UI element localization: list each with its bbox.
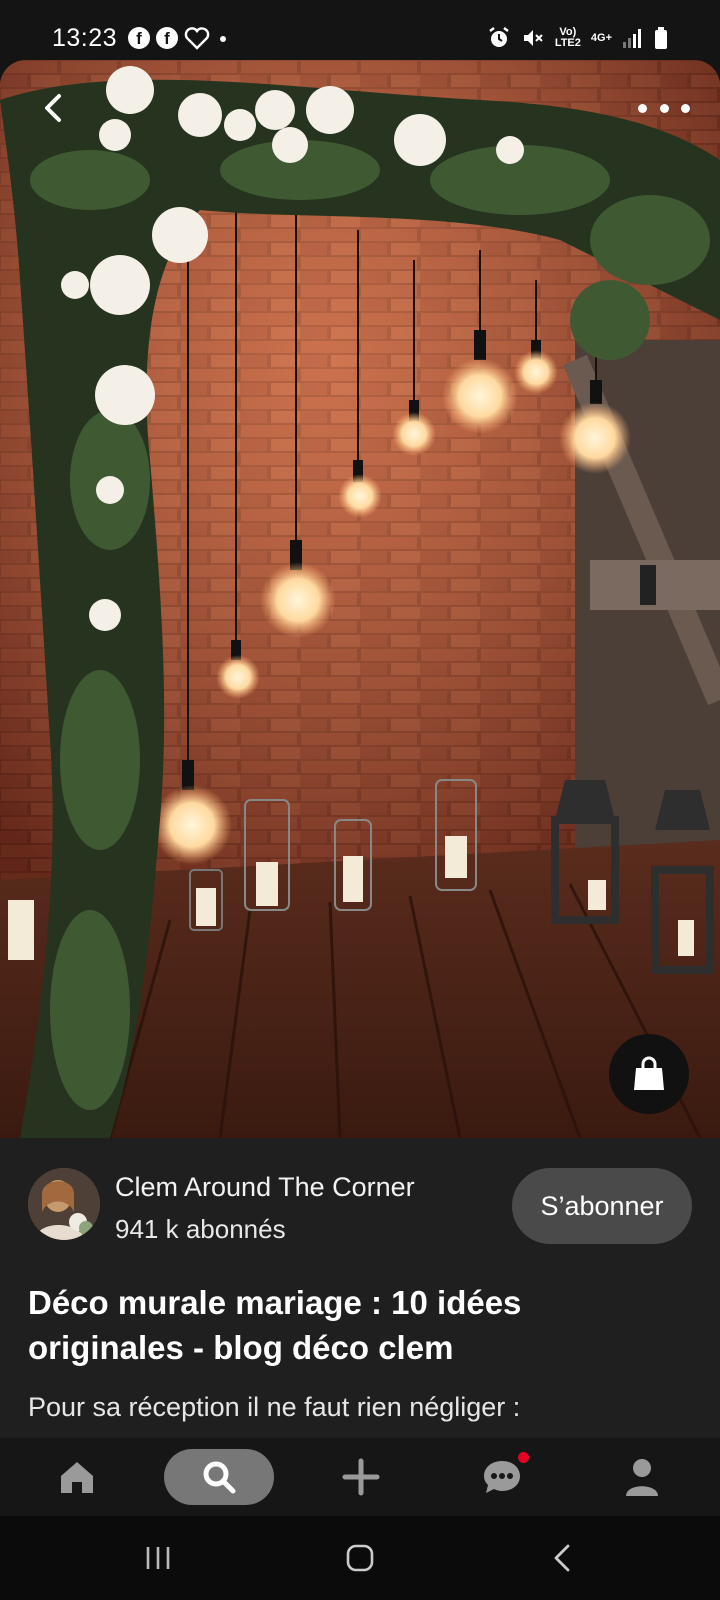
tab-search-active-pill xyxy=(164,1449,274,1505)
alarm-icon xyxy=(489,27,509,47)
tab-profile[interactable] xyxy=(605,1438,679,1516)
volte-line2: LTE2 xyxy=(554,37,581,49)
tab-search[interactable] xyxy=(163,1438,275,1516)
volte-icon: Vo) LTE2 xyxy=(555,27,581,49)
dot-icon xyxy=(220,36,226,42)
status-left-icons: f f xyxy=(128,26,230,50)
pin-info: Clem Around The Corner 941 k abonnés S’a… xyxy=(0,1138,720,1438)
status-time: 13:23 xyxy=(52,24,118,52)
home-icon xyxy=(61,1462,93,1493)
tab-create[interactable] xyxy=(324,1438,398,1516)
system-nav-bar xyxy=(0,1516,720,1600)
follower-count: 941 k abonnés xyxy=(115,1214,286,1244)
shopping-bag-icon xyxy=(634,1056,664,1090)
facebook-icon: f xyxy=(128,27,150,49)
subscribe-button[interactable]: S’abonner xyxy=(512,1168,692,1244)
creator-name[interactable]: Clem Around The Corner xyxy=(115,1172,415,1203)
bottom-tab-bar xyxy=(0,1438,720,1516)
pin-photo-illustration xyxy=(0,60,720,1138)
pin-description: Pour sa réception il ne faut rien néglig… xyxy=(28,1392,521,1422)
battery-icon xyxy=(655,27,667,49)
recent-apps-button[interactable] xyxy=(118,1516,198,1600)
tab-messages[interactable] xyxy=(465,1438,539,1516)
notification-dot xyxy=(518,1452,529,1463)
dot-icon xyxy=(659,103,669,113)
pin-title: Déco murale mariage : 10 idées originale… xyxy=(28,1284,522,1366)
back-nav-button[interactable] xyxy=(522,1516,602,1600)
home-nav-button[interactable] xyxy=(320,1516,400,1600)
profile-icon xyxy=(626,1459,658,1496)
mute-icon xyxy=(523,30,543,46)
avatar-photo xyxy=(28,1168,100,1240)
status-right-icons: Vo) LTE2 4G+ xyxy=(487,26,668,50)
dot-icon xyxy=(681,103,690,113)
signal-icon xyxy=(623,29,641,48)
recent-apps-icon xyxy=(146,1547,170,1569)
network-type: 4G+ xyxy=(590,31,612,44)
back-button[interactable] xyxy=(34,88,74,128)
avatar[interactable] xyxy=(28,1168,100,1240)
facebook-icon: f xyxy=(156,27,178,49)
messages-icon xyxy=(484,1461,520,1493)
pin-image[interactable] xyxy=(0,60,720,1138)
more-options-button[interactable] xyxy=(638,96,690,120)
tab-home[interactable] xyxy=(40,1438,114,1516)
chevron-left-icon xyxy=(45,94,61,122)
heart-icon xyxy=(184,27,210,50)
dot-icon xyxy=(638,103,647,113)
shop-button[interactable] xyxy=(609,1034,689,1114)
back-icon xyxy=(554,1544,570,1572)
plus-icon xyxy=(342,1458,380,1496)
home-circle-icon xyxy=(346,1544,374,1572)
search-icon xyxy=(203,1461,236,1494)
